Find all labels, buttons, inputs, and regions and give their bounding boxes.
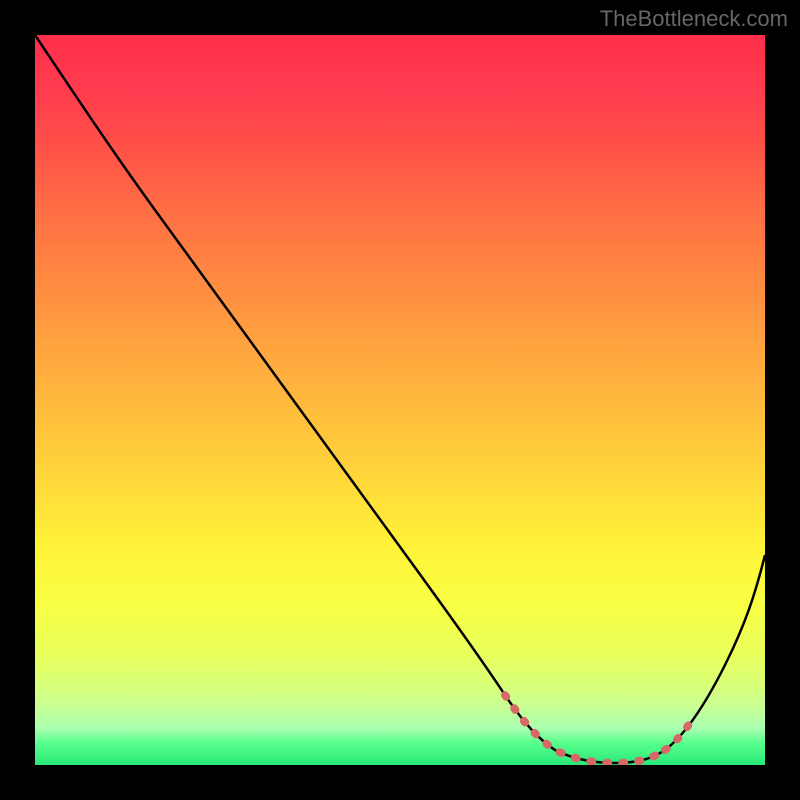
chart-svg (35, 35, 765, 765)
watermark-text: TheBottleneck.com (600, 6, 788, 32)
optimal-range-marker-right (665, 723, 690, 750)
chart-plot-area (35, 35, 765, 765)
optimal-range-marker-left (505, 695, 665, 763)
bottleneck-curve-line (35, 35, 765, 763)
